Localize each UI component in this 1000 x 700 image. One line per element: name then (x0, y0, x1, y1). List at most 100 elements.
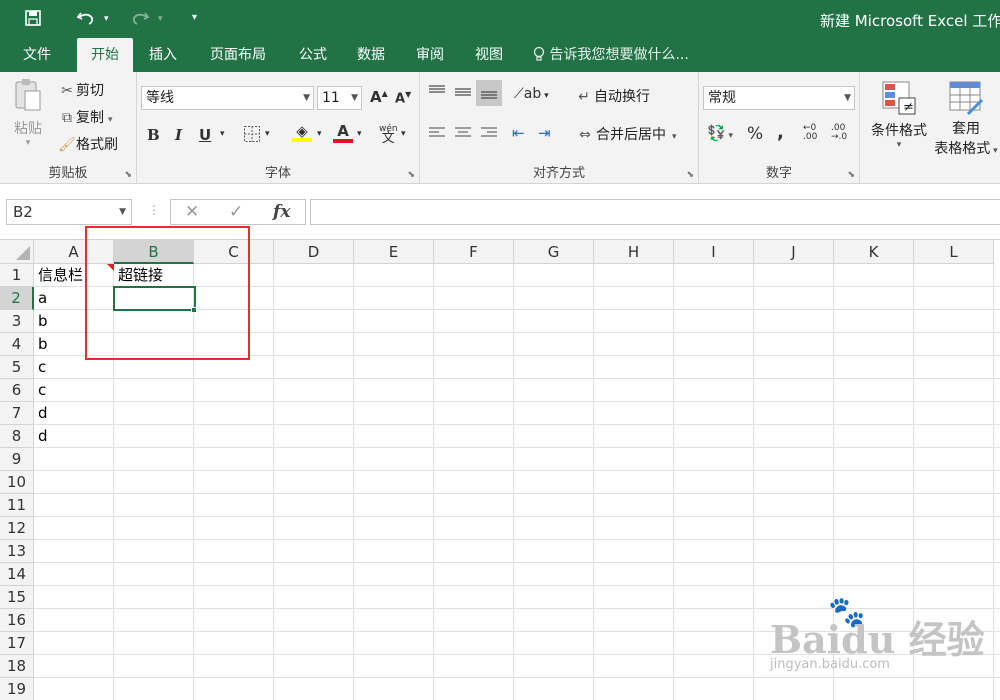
decrease-decimal-button[interactable]: .00 →.0 (831, 124, 847, 142)
tab-formulas[interactable]: 公式 (290, 38, 336, 72)
format-as-table-button[interactable]: 套用 表格格式 ▾ (930, 80, 1000, 158)
italic-button[interactable]: I (175, 126, 182, 144)
borders-button[interactable] (243, 125, 261, 147)
alignment-launcher-icon[interactable]: ⬊ (686, 170, 694, 180)
column-header-h[interactable]: H (594, 240, 674, 264)
column-header-d[interactable]: D (274, 240, 354, 264)
font-name-select[interactable]: 等线 ▼ (141, 86, 314, 110)
column-header-e[interactable]: E (354, 240, 434, 264)
font-size-select[interactable]: 11 ▼ (317, 86, 362, 110)
formula-input[interactable] (310, 199, 1000, 225)
row-header-9[interactable]: 9 (0, 448, 34, 471)
column-header-j[interactable]: J (754, 240, 834, 264)
cell-a5[interactable]: c (38, 356, 46, 379)
shrink-font-button[interactable]: A▼ (395, 90, 411, 106)
number-format-select[interactable]: 常规 ▼ (703, 86, 855, 110)
borders-dropdown-icon[interactable]: ▾ (265, 129, 270, 139)
tab-insert[interactable]: 插入 (140, 38, 186, 72)
cell-a6[interactable]: c (38, 379, 46, 402)
decrease-indent-button[interactable]: ⇤ (512, 124, 525, 142)
row-header-1[interactable]: 1 (0, 264, 34, 287)
column-header-g[interactable]: G (514, 240, 594, 264)
enter-icon[interactable]: ✓ (229, 202, 243, 222)
tab-data[interactable]: 数据 (348, 38, 394, 72)
align-left-button[interactable] (428, 126, 446, 144)
conditional-formatting-button[interactable]: ≠ 条件格式 ▾ (864, 80, 934, 150)
clipboard-launcher-icon[interactable]: ⬊ (124, 170, 132, 180)
align-top-button[interactable] (428, 84, 446, 104)
cut-button[interactable]: ✂ 剪切 (58, 80, 104, 100)
underline-button[interactable]: U (199, 126, 211, 144)
column-header-i[interactable]: I (674, 240, 754, 264)
format-painter-button[interactable]: 🖌格式刷 (58, 134, 118, 154)
row-header-13[interactable]: 13 (0, 540, 34, 563)
cell-a7[interactable]: d (38, 402, 48, 425)
font-color-dropdown-icon[interactable]: ▾ (357, 129, 362, 139)
merge-center-button[interactable]: ⇔ 合并后居中 ▾ (574, 124, 677, 144)
tell-me-box[interactable]: 告诉我您想要做什么... (533, 38, 689, 72)
save-icon[interactable] (24, 9, 42, 31)
column-header-f[interactable]: F (434, 240, 514, 264)
increase-decimal-button[interactable]: ←0.00 (803, 124, 817, 142)
row-header-2[interactable]: 2 (0, 287, 34, 310)
customize-qat-icon[interactable]: ▾ (192, 12, 197, 23)
name-box[interactable]: B2 ▼ (6, 199, 132, 225)
cell-a2[interactable]: a (38, 287, 47, 310)
align-bottom-button[interactable] (476, 80, 502, 106)
select-all-corner[interactable] (0, 240, 34, 264)
phonetic-dropdown-icon[interactable]: ▾ (401, 129, 406, 139)
paste-dropdown-icon[interactable]: ▾ (8, 138, 48, 148)
paste-button[interactable]: 粘贴 ▾ (8, 78, 48, 148)
conditional-dropdown-icon[interactable]: ▾ (864, 140, 934, 150)
tab-view[interactable]: 视图 (466, 38, 512, 72)
row-header-6[interactable]: 6 (0, 379, 34, 402)
orientation-button[interactable]: ⟋ab ▾ (514, 84, 549, 102)
merge-dropdown-icon[interactable]: ▾ (672, 132, 677, 142)
font-color-button[interactable]: A (333, 122, 353, 143)
copy-dropdown-icon[interactable]: ▾ (108, 115, 113, 125)
undo-icon[interactable] (76, 9, 96, 31)
row-header-12[interactable]: 12 (0, 517, 34, 540)
tab-home[interactable]: 开始 (77, 38, 133, 72)
align-center-button[interactable] (454, 126, 472, 144)
row-header-3[interactable]: 3 (0, 310, 34, 333)
fill-color-dropdown-icon[interactable]: ▾ (317, 129, 322, 139)
tab-file[interactable]: 文件 (10, 38, 64, 72)
row-header-18[interactable]: 18 (0, 655, 34, 678)
formula-bar-grip-icon[interactable]: ⋮ (148, 203, 160, 217)
phonetic-button[interactable]: wén 文 (379, 124, 398, 145)
copy-button[interactable]: ⧉ 复制 ▾ (58, 107, 113, 127)
row-header-14[interactable]: 14 (0, 563, 34, 586)
align-right-button[interactable] (480, 126, 498, 144)
comma-button[interactable]: , (777, 122, 784, 143)
increase-indent-button[interactable]: ⇥ (538, 124, 551, 142)
row-header-11[interactable]: 11 (0, 494, 34, 517)
cell-a4[interactable]: b (38, 333, 48, 356)
fill-color-button[interactable]: ◈ (292, 122, 312, 142)
accounting-format-button[interactable]: 💱 ▾ (707, 124, 733, 142)
cancel-icon[interactable]: ✕ (185, 202, 199, 222)
column-header-k[interactable]: K (834, 240, 914, 264)
percent-button[interactable]: % (747, 124, 763, 144)
row-header-5[interactable]: 5 (0, 356, 34, 379)
row-header-15[interactable]: 15 (0, 586, 34, 609)
font-launcher-icon[interactable]: ⬊ (407, 170, 415, 180)
row-header-4[interactable]: 4 (0, 333, 34, 356)
bold-button[interactable]: B (147, 126, 160, 144)
number-launcher-icon[interactable]: ⬊ (847, 170, 855, 180)
wrap-text-button[interactable]: ↵ 自动换行 (574, 86, 650, 106)
row-header-10[interactable]: 10 (0, 471, 34, 494)
row-header-7[interactable]: 7 (0, 402, 34, 425)
tab-page-layout[interactable]: 页面布局 (200, 38, 276, 72)
row-header-17[interactable]: 17 (0, 632, 34, 655)
tab-review[interactable]: 审阅 (407, 38, 453, 72)
underline-dropdown-icon[interactable]: ▾ (220, 129, 225, 139)
column-header-l[interactable]: L (914, 240, 994, 264)
cell-a3[interactable]: b (38, 310, 48, 333)
row-header-16[interactable]: 16 (0, 609, 34, 632)
row-header-8[interactable]: 8 (0, 425, 34, 448)
row-header-19[interactable]: 19 (0, 678, 34, 700)
align-middle-button[interactable] (454, 84, 472, 104)
grow-font-button[interactable]: A▲ (370, 88, 388, 106)
undo-dropdown-icon[interactable]: ▾ (104, 14, 109, 24)
